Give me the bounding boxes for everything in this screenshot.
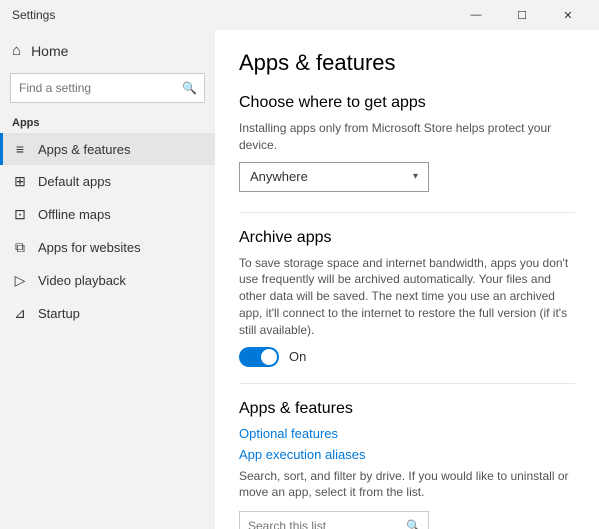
choose-section-desc: Installing apps only from Microsoft Stor…: [239, 120, 575, 154]
sidebar-search-input[interactable]: [10, 73, 205, 103]
startup-icon: ⊿: [12, 305, 28, 322]
sidebar-item-apps-websites[interactable]: ⧉ Apps for websites: [0, 231, 215, 264]
settings-window: Settings — ☐ ✕ ⌂ Home 🔍 Apps ≡: [0, 0, 599, 529]
apps-websites-label: Apps for websites: [38, 240, 141, 255]
dropdown-arrow-icon: ▾: [413, 171, 418, 182]
video-playback-icon: ▷: [12, 272, 28, 289]
apps-features-icon: ≡: [12, 141, 28, 157]
sidebar-item-default-apps[interactable]: ⊞ Default apps: [0, 165, 215, 198]
optional-features-link[interactable]: Optional features: [239, 426, 575, 441]
sidebar-item-startup[interactable]: ⊿ Startup: [0, 297, 215, 330]
divider-1: [239, 212, 575, 213]
search-list-container: 🔍: [239, 511, 575, 529]
minimize-button[interactable]: —: [453, 0, 499, 30]
divider-2: [239, 383, 575, 384]
sidebar-home-label: Home: [31, 43, 68, 59]
page-title: Apps & features: [239, 50, 575, 76]
window-title: Settings: [12, 8, 55, 22]
title-bar: Settings — ☐ ✕: [0, 0, 599, 30]
archive-section-desc: To save storage space and internet bandw…: [239, 255, 575, 339]
apps-websites-icon: ⧉: [12, 239, 28, 256]
offline-maps-label: Offline maps: [38, 207, 111, 222]
default-apps-icon: ⊞: [12, 173, 28, 190]
main-content: Apps & features Choose where to get apps…: [215, 30, 599, 529]
sidebar-search-container: 🔍: [10, 73, 205, 103]
archive-toggle-label: On: [289, 349, 306, 364]
maximize-button[interactable]: ☐: [499, 0, 545, 30]
home-icon: ⌂: [12, 42, 21, 59]
archive-toggle[interactable]: [239, 347, 279, 367]
offline-maps-icon: ⊡: [12, 206, 28, 223]
sidebar: ⌂ Home 🔍 Apps ≡ Apps & features ⊞ Defaul…: [0, 30, 215, 529]
startup-label: Startup: [38, 306, 80, 321]
sidebar-item-video-playback[interactable]: ▷ Video playback: [0, 264, 215, 297]
dropdown-value: Anywhere: [250, 169, 308, 184]
apps-features-section-title: Apps & features: [239, 400, 575, 418]
toggle-knob: [261, 349, 277, 365]
sidebar-item-home[interactable]: ⌂ Home: [0, 34, 215, 67]
anywhere-dropdown[interactable]: Anywhere ▾: [239, 162, 429, 192]
dropdown-container: Anywhere ▾: [239, 162, 575, 192]
sidebar-item-apps-features[interactable]: ≡ Apps & features: [0, 133, 215, 165]
search-list-icon: 🔍: [406, 519, 421, 529]
search-desc: Search, sort, and filter by drive. If yo…: [239, 468, 575, 502]
default-apps-label: Default apps: [38, 174, 111, 189]
close-button[interactable]: ✕: [545, 0, 591, 30]
apps-features-label: Apps & features: [38, 142, 131, 157]
search-list-input[interactable]: [239, 511, 429, 529]
app-execution-link[interactable]: App execution aliases: [239, 447, 575, 462]
archive-section-title: Archive apps: [239, 229, 575, 247]
content-area: ⌂ Home 🔍 Apps ≡ Apps & features ⊞ Defaul…: [0, 30, 599, 529]
window-controls: — ☐ ✕: [453, 0, 591, 30]
sidebar-item-offline-maps[interactable]: ⊡ Offline maps: [0, 198, 215, 231]
sidebar-section-label: Apps: [0, 109, 215, 133]
choose-section-title: Choose where to get apps: [239, 94, 575, 112]
sidebar-search-icon: 🔍: [182, 81, 197, 95]
video-playback-label: Video playback: [38, 273, 126, 288]
archive-toggle-row: On: [239, 347, 575, 367]
